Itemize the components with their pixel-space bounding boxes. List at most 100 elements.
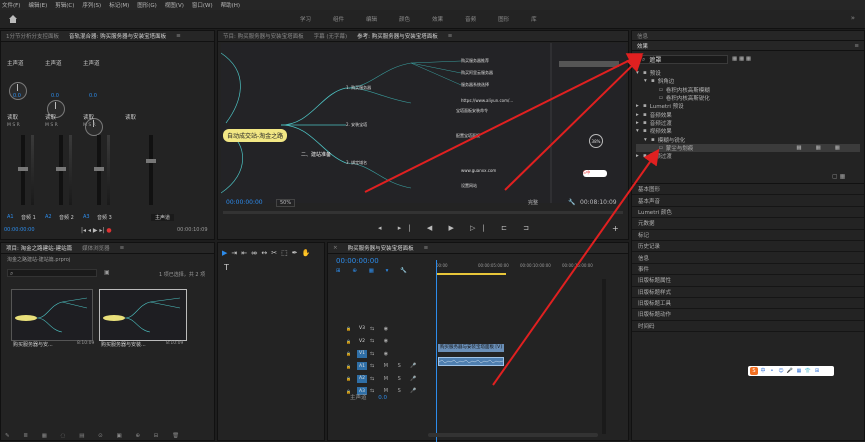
close-icon[interactable]: × xyxy=(328,245,343,251)
timeline-ruler[interactable]: 00:00 00:00:05:00:00 00:00:10:00:00 00:00:1… xyxy=(436,261,621,273)
workspace-tab[interactable]: 效果 xyxy=(432,15,443,23)
effects-tree-item[interactable]: ▸ ▪ 音频过渡 xyxy=(636,119,860,127)
work-area-bar[interactable] xyxy=(436,273,506,275)
panel-menu-icon[interactable]: ≡ xyxy=(171,33,186,39)
filter-icons[interactable]: ▦ ▦ ▦ xyxy=(732,56,751,62)
workspace-tab[interactable]: 音频 xyxy=(465,15,476,23)
chevron-icon[interactable]: ▸ xyxy=(636,103,643,109)
chevron-icon[interactable]: ▾ xyxy=(636,128,643,134)
program-transport[interactable]: ◂ ▸| ◀ ▶ ▷| ⊏ ⊐ xyxy=(378,224,536,232)
menu-item[interactable]: 标记(M) xyxy=(109,1,129,9)
effects-tree-item[interactable]: ▸ ▪ 音频效果 xyxy=(636,110,860,119)
playhead[interactable] xyxy=(436,260,437,442)
chevron-icon[interactable]: ▾ xyxy=(644,78,651,84)
workspace-tab[interactable]: 库 xyxy=(531,15,537,23)
side-section-item[interactable]: 标记 xyxy=(632,230,864,241)
channel-route[interactable]: 主声道 xyxy=(83,59,100,67)
effects-tree-item[interactable]: ▸ ▪ Lumetri 预设 xyxy=(636,102,860,110)
side-section-item[interactable]: 基本声音 xyxy=(632,195,864,207)
msr-buttons[interactable]: M S R xyxy=(45,123,58,128)
track-target[interactable]: A2 xyxy=(356,374,367,383)
chevron-icon[interactable]: ▸ xyxy=(636,153,643,159)
track-header[interactable]: 🔒 V2 ⇆ ◉ xyxy=(332,336,432,347)
timeline-tools[interactable]: ⊞ ⊕ ▦ ▾ 🔧 xyxy=(336,268,412,274)
tab-project[interactable]: 项目: 淘金之路建站-建站篇 xyxy=(1,244,77,252)
side-section-item[interactable]: 基本图形 xyxy=(632,184,864,196)
menu-item[interactable]: 序列(S) xyxy=(82,1,101,9)
effects-tree-item[interactable]: ▾ ▪ 视频效果 xyxy=(636,127,860,135)
workspace-tab[interactable]: 颜色 xyxy=(399,15,410,23)
effects-tree-item[interactable]: ▾ ▪ 模糊与锐化 xyxy=(636,135,860,144)
side-section-item[interactable]: 时间码 xyxy=(632,321,864,333)
ime-button[interactable]: ☺ xyxy=(777,367,785,375)
workspace-tab[interactable]: 图形 xyxy=(498,15,509,23)
lock-icon[interactable]: 🔒 xyxy=(346,376,351,381)
effects-search-input[interactable]: ⌕ 遮罩 xyxy=(638,55,728,64)
type-tool-icon[interactable]: T xyxy=(224,263,229,272)
timeline-zoom-bar[interactable] xyxy=(428,433,598,437)
tab-media-browser[interactable]: 媒体浏览器 xyxy=(77,244,115,252)
master-route[interactable]: 读取 xyxy=(125,113,136,121)
effects-tree-item[interactable]: ▫ 卷积内核高斯锐化 xyxy=(636,94,860,102)
ime-toolbar[interactable]: S 中 • ☺ 🎤 ▦ 👕 ⊞ xyxy=(748,366,834,376)
ime-button[interactable]: ▦ xyxy=(795,367,803,375)
side-section-item[interactable]: 旧版标题动作 xyxy=(632,309,864,321)
effects-tree-item[interactable]: ▫ 卷积内核高斯模糊 xyxy=(636,86,860,94)
side-section-item[interactable]: 旧版标题样式 xyxy=(632,287,864,298)
mute-solo-icons[interactable]: ⇆ M S 🎤 xyxy=(370,363,421,369)
audio-clip[interactable] xyxy=(438,357,504,366)
channel-route[interactable]: 主声道 xyxy=(7,59,24,67)
mute-solo-icons[interactable]: ⇆ M S 🎤 xyxy=(370,376,421,382)
side-section-item[interactable]: 元数据 xyxy=(632,218,864,230)
project-footer-tools[interactable]: ✎ ≣ ▦ ◌ ▤ ⊙ ▣ ⊕ ⊟ 🗑 xyxy=(5,433,185,439)
menu-item[interactable]: 剪辑(C) xyxy=(55,1,74,9)
ime-button[interactable]: 👕 xyxy=(804,367,812,375)
track-header[interactable]: 🔒 A2 ⇆ M S 🎤 xyxy=(332,373,432,384)
ime-button[interactable]: ⊞ xyxy=(813,367,821,375)
mixer-transport[interactable]: |◂ ◂ ▶ ▸| ● xyxy=(81,227,112,234)
side-section-item[interactable]: 事件 xyxy=(632,264,864,276)
add-button-icon[interactable]: + xyxy=(612,224,619,233)
effects-tree-item[interactable]: ▫ 蒙尘与划痕 ▦▦▦ xyxy=(636,143,860,152)
panel-menu-icon[interactable]: ≡ xyxy=(443,33,458,39)
chevron-icon[interactable]: ▸ xyxy=(636,120,643,126)
workspace-more-icon[interactable]: » xyxy=(851,14,855,22)
track-target[interactable]: V2 xyxy=(357,337,367,345)
chevron-icon[interactable]: ▾ xyxy=(636,70,643,76)
zoom-select[interactable]: 50% xyxy=(276,199,296,207)
ime-button[interactable]: 中 xyxy=(759,367,767,375)
effects-tree-item[interactable]: ▾ ▪ 预设 xyxy=(636,69,860,77)
master-handle[interactable] xyxy=(146,159,156,163)
chevron-icon[interactable]: ▾ xyxy=(644,137,651,143)
quality-select[interactable]: 完整 xyxy=(528,199,538,206)
fader-handle[interactable] xyxy=(56,167,66,171)
menu-item[interactable]: 帮助(H) xyxy=(221,1,240,9)
automation-mode[interactable]: 读取 xyxy=(7,113,18,121)
lock-icon[interactable]: 🔒 xyxy=(346,351,351,356)
program-scrubber[interactable] xyxy=(223,211,623,214)
tab-sequence[interactable]: 购买服务器与安装宝塔面板 xyxy=(343,244,419,252)
tab-audio-mixer[interactable]: 音轨混合器: 购买服务器与安装宝塔面板 xyxy=(64,32,171,40)
panel-menu-icon[interactable]: ≡ xyxy=(849,43,864,49)
track-header[interactable]: 🔒 A1 ⇆ M S 🎤 xyxy=(332,361,432,372)
lock-icon[interactable]: 🔒 xyxy=(346,364,351,369)
automation-mode[interactable]: 读取 xyxy=(45,113,56,121)
tab-analysis[interactable]: 1分节分析分支控面板 xyxy=(1,32,64,40)
side-section-item[interactable]: 旧版标题属性 xyxy=(632,275,864,287)
program-video-frame[interactable]: 自动成交站-淘金之路 二、建站准备 1. 购买服务器 2. 安装宝塔 3. 绑定域名… xyxy=(221,43,626,203)
menu-item[interactable]: 图形(G) xyxy=(137,1,157,9)
tab-program[interactable]: 节目: 购买服务器与安装宝塔面板 xyxy=(218,32,309,40)
timeline-scrollbar[interactable] xyxy=(602,279,606,434)
workspace-tab[interactable]: 学习 xyxy=(300,15,311,23)
menu-item[interactable]: 窗口(W) xyxy=(192,1,213,9)
panel-menu-icon[interactable]: ≡ xyxy=(419,245,434,251)
eye-icon[interactable]: ⇆ ◉ xyxy=(370,351,392,357)
msr-buttons[interactable]: M S R xyxy=(7,123,20,128)
master-fader[interactable] xyxy=(149,135,153,205)
lock-icon[interactable]: 🔒 xyxy=(346,326,351,331)
project-thumbnail[interactable] xyxy=(11,289,93,341)
track-target[interactable]: V1 xyxy=(356,349,367,358)
tools-row[interactable]: ▶⇥⇤⤄↔✂⬚✒✋ xyxy=(222,249,314,258)
side-section-item[interactable]: 历史记录 xyxy=(632,241,864,253)
bin-icon[interactable]: ▣ xyxy=(104,269,110,276)
